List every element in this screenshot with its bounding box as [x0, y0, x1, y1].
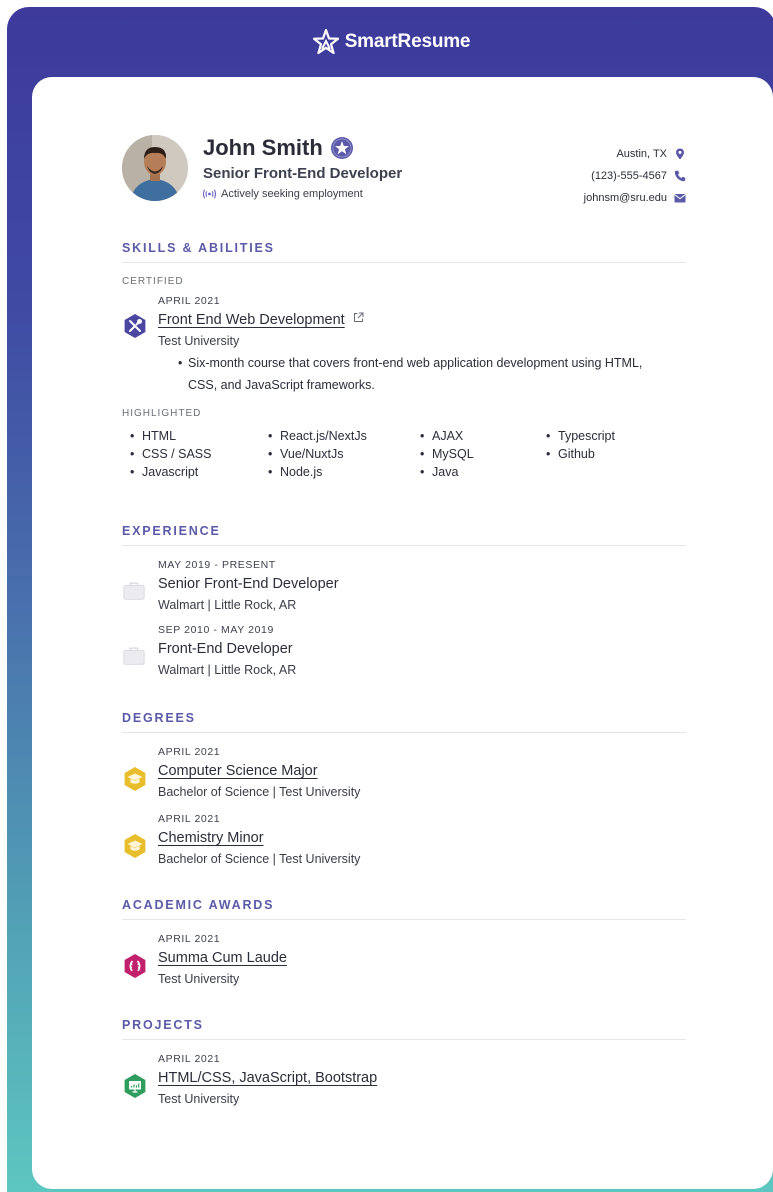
experience-heading: EXPERIENCE — [122, 524, 686, 546]
status-text: Actively seeking employment — [221, 188, 363, 200]
phone-text[interactable]: (123)-555-4567 — [591, 170, 667, 182]
skills-grid: HTML CSS / SASS Javascript React.js/Next… — [122, 427, 686, 481]
certified-label: CERTIFIED — [122, 276, 184, 287]
experience-entry: SEP 2010 - MAY 2019 Front-End Developer … — [122, 624, 686, 677]
skill-item: Javascript — [130, 463, 268, 481]
highlighted-label: HIGHLIGHTED — [122, 408, 202, 419]
presentation-hexagon-icon — [124, 1074, 146, 1098]
location-text: Austin, TX — [616, 148, 667, 160]
experience-date: SEP 2010 - MAY 2019 — [158, 624, 274, 636]
project-date: APRIL 2021 — [158, 1053, 221, 1065]
awards-heading: ACADEMIC AWARDS — [122, 898, 686, 920]
contact-email[interactable]: johnsm@sru.edu — [584, 187, 686, 209]
skills-column: AJAX MySQL Java — [420, 427, 546, 481]
contact-phone[interactable]: (123)-555-4567 — [584, 165, 686, 187]
project-entry: APRIL 2021 HTML/CSS, JavaScript, Bootstr… — [122, 1053, 686, 1106]
skill-item: MySQL — [420, 445, 546, 463]
experience-entry: MAY 2019 - PRESENT Senior Front-End Deve… — [122, 559, 686, 612]
graduation-cap-hexagon-icon — [124, 767, 146, 791]
location-pin-icon — [676, 148, 684, 160]
briefcase-icon — [123, 582, 145, 600]
award-org: Test University — [158, 972, 240, 986]
cert-date: APRIL 2021 — [158, 295, 221, 307]
profile-name: John Smith — [203, 135, 323, 160]
cert-bullet: Six-month course that covers front-end w… — [178, 352, 686, 396]
degree-title-link[interactable]: Computer Science Major — [158, 763, 318, 779]
laurel-hexagon-icon — [124, 954, 146, 978]
projects-section: PROJECTS APRIL 2021 HTML/CSS, JavaScript… — [122, 1018, 686, 1106]
skill-item: Java — [420, 463, 546, 481]
tools-hexagon-icon — [124, 314, 146, 338]
skill-item: Node.js — [268, 463, 420, 481]
award-entry: APRIL 2021 Summa Cum Laude Test Universi… — [122, 933, 686, 986]
briefcase-icon — [123, 647, 145, 665]
status-line: Actively seeking employment — [203, 188, 402, 200]
experience-role: Senior Front-End Developer — [158, 576, 339, 592]
contact-location: Austin, TX — [584, 143, 686, 165]
experience-role: Front-End Developer — [158, 641, 293, 657]
cert-title-link[interactable]: Front End Web Development — [158, 312, 345, 328]
profile-header: John Smith Senior Front-End Developer Ac… — [122, 133, 686, 217]
phone-icon — [674, 170, 686, 182]
page-frame: SmartResume John Smith Senior Front-End … — [7, 7, 773, 1192]
degrees-section: DEGREES APRIL 2021 Computer Science Majo… — [122, 711, 686, 866]
projects-heading: PROJECTS — [122, 1018, 686, 1040]
brand-name: SmartResume — [344, 31, 471, 52]
cert-org: Test University — [158, 334, 240, 348]
awards-section: ACADEMIC AWARDS APRIL 2021 Summa Cum Lau… — [122, 898, 686, 986]
experience-place: Walmart | Little Rock, AR — [158, 663, 297, 677]
skills-heading: SKILLS & ABILITIES — [122, 241, 686, 263]
skills-column: HTML CSS / SASS Javascript — [130, 427, 268, 481]
skill-item: CSS / SASS — [130, 445, 268, 463]
experience-date: MAY 2019 - PRESENT — [158, 559, 276, 571]
degrees-heading: DEGREES — [122, 711, 686, 733]
degree-detail: Bachelor of Science | Test University — [158, 852, 361, 866]
degree-date: APRIL 2021 — [158, 746, 221, 758]
contact-block: Austin, TX (123)-555-4567 johnsm@sru.edu — [584, 143, 686, 209]
degree-entry: APRIL 2021 Computer Science Major Bachel… — [122, 746, 686, 799]
skill-item: Github — [546, 445, 666, 463]
experience-place: Walmart | Little Rock, AR — [158, 598, 297, 612]
cert-entry: APRIL 2021 Front End Web Development Tes… — [122, 295, 686, 396]
skill-item: HTML — [130, 427, 268, 445]
award-date: APRIL 2021 — [158, 933, 221, 945]
degree-detail: Bachelor of Science | Test University — [158, 785, 361, 799]
mail-icon — [674, 194, 686, 203]
brand-logo[interactable]: SmartResume — [7, 27, 773, 57]
skill-item: Typescript — [546, 427, 666, 445]
skill-item: React.js/NextJs — [268, 427, 420, 445]
skills-column: Typescript Github — [546, 427, 666, 481]
skill-item: Vue/NuxtJs — [268, 445, 420, 463]
external-link-icon[interactable] — [353, 312, 364, 323]
broadcast-icon — [203, 189, 216, 199]
project-title-link[interactable]: HTML/CSS, JavaScript, Bootstrap — [158, 1070, 377, 1086]
skills-section: SKILLS & ABILITIES CERTIFIED APRIL 2021 … — [122, 241, 686, 481]
degree-title-link[interactable]: Chemistry Minor — [158, 830, 264, 846]
degree-date: APRIL 2021 — [158, 813, 221, 825]
name-block: John Smith Senior Front-End Developer Ac… — [203, 135, 402, 200]
skill-item: AJAX — [420, 427, 546, 445]
skills-column: React.js/NextJs Vue/NuxtJs Node.js — [268, 427, 420, 481]
star-logo-icon — [312, 29, 339, 55]
cert-title-row[interactable]: Front End Web Development — [158, 311, 686, 329]
cert-description: Six-month course that covers front-end w… — [158, 352, 686, 396]
avatar — [122, 135, 188, 201]
graduation-cap-hexagon-icon — [124, 834, 146, 858]
award-title-link[interactable]: Summa Cum Laude — [158, 950, 287, 966]
verified-badge-icon — [330, 137, 353, 159]
profile-title: Senior Front-End Developer — [203, 165, 403, 182]
name-row: John Smith — [203, 135, 402, 161]
resume-card: John Smith Senior Front-End Developer Ac… — [32, 77, 773, 1189]
project-org: Test University — [158, 1092, 240, 1106]
degree-entry: APRIL 2021 Chemistry Minor Bachelor of S… — [122, 813, 686, 866]
experience-section: EXPERIENCE MAY 2019 - PRESENT Senior Fro… — [122, 524, 686, 677]
resume-content: John Smith Senior Front-End Developer Ac… — [122, 133, 686, 1118]
email-text[interactable]: johnsm@sru.edu — [584, 192, 667, 204]
